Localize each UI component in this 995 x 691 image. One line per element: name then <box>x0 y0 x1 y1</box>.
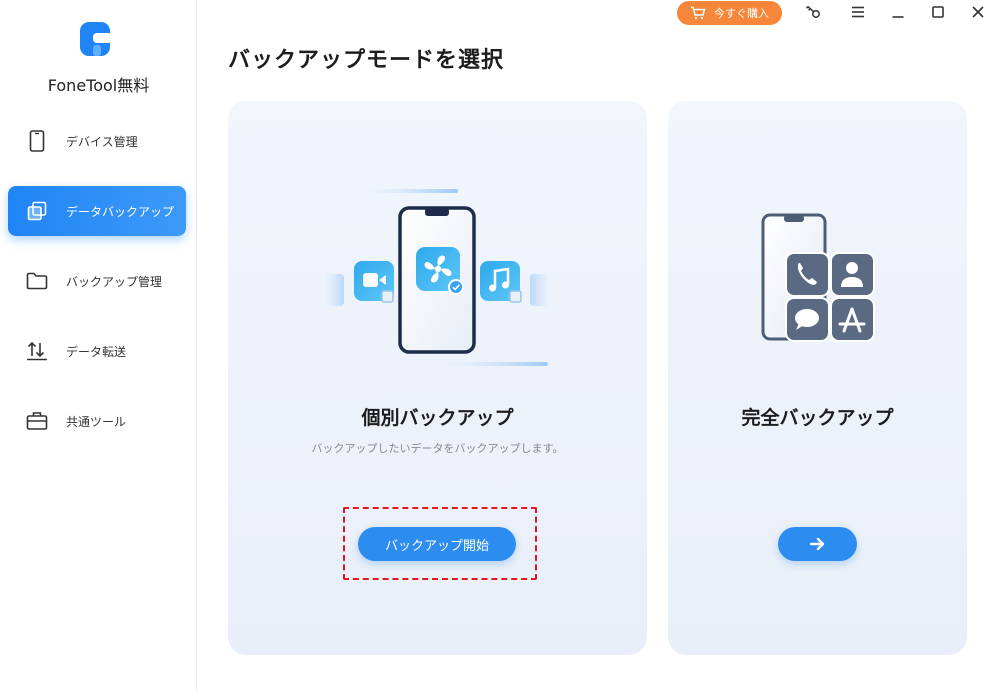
fonetool-logo <box>78 20 114 58</box>
sidebar-item-data-transfer[interactable]: データ転送 <box>8 326 186 376</box>
highlight-annotation <box>343 507 537 580</box>
sidebar-item-label: データ転送 <box>66 344 127 359</box>
toolbox-icon <box>26 410 48 432</box>
key-icon[interactable] <box>802 2 824 22</box>
phone-icon <box>26 130 48 152</box>
maximize-icon[interactable] <box>927 2 949 22</box>
copy-icon <box>26 200 48 222</box>
selective-backup-title: 個別バックアップ <box>361 407 514 429</box>
transfer-icon <box>26 340 48 362</box>
sidebar-item-data-backup[interactable]: データバックアップ <box>8 186 186 236</box>
sidebar-item-label: バックアップ管理 <box>66 274 163 289</box>
buy-now-button[interactable]: 今すぐ購入 <box>677 1 782 25</box>
sidebar-item-label: デバイス管理 <box>66 134 138 149</box>
sidebar-item-backup-management[interactable]: バックアップ管理 <box>8 256 186 306</box>
folder-icon <box>26 270 48 292</box>
selective-backup-illustration <box>324 189 550 366</box>
selective-backup-description: バックアップしたいデータをバックアップします。 <box>311 442 564 455</box>
full-backup-title: 完全バックアップ <box>741 407 894 429</box>
full-backup-illustration <box>761 213 875 342</box>
close-icon[interactable] <box>967 2 989 22</box>
sidebar-item-label: 共通ツール <box>66 414 127 429</box>
full-backup-card[interactable]: 完全バックアップ <box>668 101 967 655</box>
buy-now-label: 今すぐ購入 <box>714 7 769 20</box>
app-name: FoneTool無料 <box>47 76 150 95</box>
sidebar-item-device-management[interactable]: デバイス管理 <box>8 116 186 166</box>
sidebar-item-label: データバックアップ <box>66 204 175 219</box>
full-backup-next-button[interactable] <box>778 527 857 561</box>
sidebar-item-common-tools[interactable]: 共通ツール <box>8 396 186 446</box>
cart-icon <box>691 6 706 20</box>
minimize-icon[interactable] <box>887 2 909 22</box>
page-title: バックアップモードを選択 <box>228 48 505 73</box>
app-window: FoneTool無料 デバイス管理 データバックアップ バックアップ管理 データ… <box>0 0 995 691</box>
menu-icon[interactable] <box>847 2 869 22</box>
arrow-right-icon <box>809 537 824 551</box>
sidebar: FoneTool無料 デバイス管理 データバックアップ バックアップ管理 データ… <box>0 0 197 691</box>
